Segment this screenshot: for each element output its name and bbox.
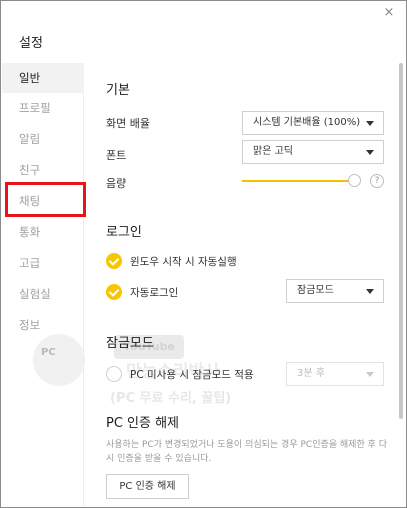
content-scrollbar[interactable] xyxy=(399,63,403,419)
chevron-down-icon xyxy=(366,150,374,155)
pc-auth-description: 사용하는 PC가 변경되었거나 도용이 의심되는 경우 PC인증을 해제한 후 … xyxy=(106,440,388,464)
volume-label: 음량 xyxy=(106,177,127,190)
volume-slider-track[interactable] xyxy=(242,180,356,182)
chevron-down-icon xyxy=(366,372,374,377)
auto-run-checkbox[interactable] xyxy=(106,253,122,269)
volume-slider-thumb[interactable] xyxy=(348,174,361,187)
sidebar-item-chat[interactable]: 채팅 xyxy=(2,186,84,216)
sidebar-item-info[interactable]: 정보 xyxy=(2,310,84,340)
sidebar-item-general[interactable]: 일반 xyxy=(2,63,84,93)
settings-window: 설정 × 일반 프로필 알림 친구 채팅 통화 고급 실험실 정보 PC You… xyxy=(0,0,407,508)
sidebar-item-advanced[interactable]: 고급 xyxy=(2,248,84,278)
idle-lock-time-value: 3분 후 xyxy=(297,368,325,379)
chevron-down-icon xyxy=(366,121,374,126)
idle-lock-checkbox[interactable] xyxy=(106,366,122,382)
font-label: 폰트 xyxy=(106,149,127,162)
auto-login-mode-value: 잠금모드 xyxy=(297,285,334,296)
close-icon[interactable]: × xyxy=(380,4,398,22)
sidebar-item-call[interactable]: 통화 xyxy=(2,217,84,247)
font-value: 맑은 고딕 xyxy=(253,146,293,157)
screen-scale-label: 화면 배율 xyxy=(106,117,150,130)
screen-scale-value: 시스템 기본배율 (100%) xyxy=(253,117,361,128)
auto-login-label: 자동로그인 xyxy=(130,287,179,299)
idle-lock-label: PC 미사용 시 잠금모드 적용 xyxy=(130,369,254,381)
chevron-down-icon xyxy=(366,289,374,294)
font-select[interactable]: 맑은 고딕 xyxy=(242,140,384,164)
section-lock-title: 잠금모드 xyxy=(106,336,154,351)
auto-login-mode-select[interactable]: 잠금모드 xyxy=(286,279,384,303)
section-basic-title: 기본 xyxy=(106,83,130,98)
section-login-title: 로그인 xyxy=(106,225,142,240)
auto-run-label: 윈도우 시작 시 자동실행 xyxy=(130,256,237,268)
sidebar-item-notifications[interactable]: 알림 xyxy=(2,124,84,154)
settings-sidebar: 일반 프로필 알림 친구 채팅 통화 고급 실험실 정보 xyxy=(2,63,84,507)
sidebar-item-lab[interactable]: 실험실 xyxy=(2,279,84,309)
help-icon[interactable]: ? xyxy=(370,174,384,188)
sidebar-item-friends[interactable]: 친구 xyxy=(2,155,84,185)
screen-scale-select[interactable]: 시스템 기본배율 (100%) xyxy=(242,111,384,135)
window-title: 설정 xyxy=(19,36,43,51)
pc-auth-release-button[interactable]: PC 인증 해제 xyxy=(106,474,189,499)
idle-lock-time-select[interactable]: 3분 후 xyxy=(286,362,384,386)
section-pc-auth-title: PC 인증 해제 xyxy=(106,416,180,431)
auto-login-checkbox[interactable] xyxy=(106,284,122,300)
sidebar-item-profile[interactable]: 프로필 xyxy=(2,93,84,123)
watermark-subtitle: (PC 무료 수리, 꿀팁) xyxy=(110,391,232,406)
